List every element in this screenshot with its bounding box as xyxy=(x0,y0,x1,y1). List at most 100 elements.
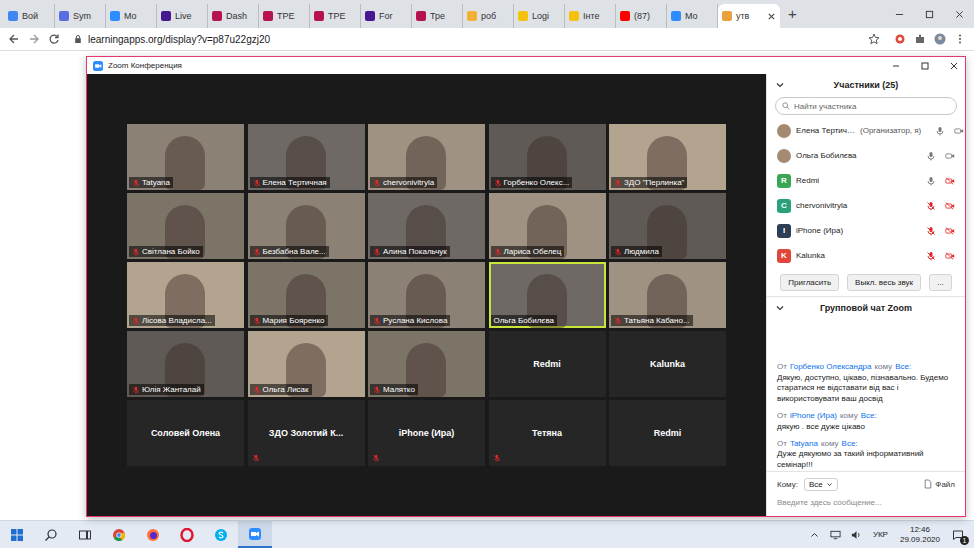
browser-tab[interactable]: Logi xyxy=(514,4,565,28)
muted-mic-icon[interactable] xyxy=(926,226,936,236)
participant-tile[interactable]: Redmi xyxy=(609,400,726,466)
chat-input[interactable]: Введите здесь сообщение... xyxy=(777,498,955,510)
participant-tile[interactable]: Юлія Жанталай xyxy=(127,331,244,397)
participant-tile[interactable]: Руслана Кислова xyxy=(368,262,485,328)
video-off-icon[interactable] xyxy=(945,176,955,186)
reload-icon[interactable] xyxy=(48,33,60,45)
participant-tile[interactable]: Світлана Бойко xyxy=(127,193,244,259)
search-button[interactable] xyxy=(34,521,68,548)
menu-dots-icon[interactable] xyxy=(954,33,966,45)
muted-mic-icon[interactable] xyxy=(926,251,936,261)
action-button[interactable]: Пригласить xyxy=(780,274,839,291)
browser-tab[interactable]: Тре xyxy=(412,4,463,28)
tile-name-label: Лісова Владисла... xyxy=(129,315,215,326)
browser-tab[interactable]: Dash xyxy=(208,4,259,28)
video-icon[interactable] xyxy=(945,151,955,161)
participant-row[interactable]: KKalunka xyxy=(767,243,965,268)
taskbar-app[interactable] xyxy=(68,521,102,548)
browser-tab[interactable]: утв xyxy=(718,4,780,28)
new-tab-button[interactable]: + xyxy=(780,4,805,28)
muted-mic-icon[interactable] xyxy=(926,201,936,211)
participant-tile[interactable]: Алина Покальчук xyxy=(368,193,485,259)
participant-search[interactable]: Найти участника xyxy=(775,97,957,115)
participant-tile[interactable]: Мария Бояренко xyxy=(248,262,365,328)
mic-icon[interactable] xyxy=(926,151,936,161)
taskbar-app[interactable] xyxy=(204,521,238,548)
participant-tile[interactable]: Соловей Олена xyxy=(127,400,244,466)
browser-tab[interactable]: Інте xyxy=(565,4,616,28)
forward-arrow-icon[interactable] xyxy=(28,33,40,45)
clock[interactable]: 12:4629.09.2020 xyxy=(900,525,940,544)
volume-icon[interactable] xyxy=(851,530,862,540)
close-button[interactable] xyxy=(944,0,974,28)
participant-tile[interactable]: ЗДО "Перлинка" xyxy=(609,124,726,190)
participant-tile[interactable]: Лариса Обелец xyxy=(489,193,606,259)
participant-tile[interactable]: Лісова Владисла... xyxy=(127,262,244,328)
participant-tile[interactable]: Ольга Лисак xyxy=(248,331,365,397)
mic-icon[interactable] xyxy=(926,176,936,186)
video-icon[interactable] xyxy=(954,126,964,136)
participant-tile[interactable]: Татьяна Кабано... xyxy=(609,262,726,328)
participant-row[interactable]: Елена Тертич…(Организатор, я) xyxy=(767,118,965,143)
extension-icon[interactable] xyxy=(894,33,906,45)
puzzle-icon[interactable] xyxy=(914,33,926,45)
file-button[interactable]: Файл xyxy=(924,479,955,489)
taskbar-app[interactable] xyxy=(136,521,170,548)
maximize-button[interactable] xyxy=(914,0,944,28)
browser-tab[interactable]: роб xyxy=(463,4,514,28)
favicon-icon xyxy=(671,11,681,21)
participant-tile[interactable]: Людмила xyxy=(609,193,726,259)
browser-tab[interactable]: Мо xyxy=(667,4,718,28)
browser-tab[interactable]: Мо xyxy=(106,4,157,28)
maximize-icon[interactable] xyxy=(920,61,930,71)
participant-tile[interactable]: iPhone (Ира) xyxy=(368,400,485,466)
participant-row[interactable]: RRedmi xyxy=(767,168,965,193)
address-bar[interactable]: learningapps.org/display?v=p87u22gzj20 xyxy=(68,30,886,48)
start-button[interactable] xyxy=(0,521,34,548)
show-hidden-icons-icon[interactable] xyxy=(809,530,820,540)
participant-tile[interactable]: ЗДО Золотий К... xyxy=(248,400,365,466)
browser-tab[interactable]: Вой xyxy=(4,4,55,28)
video-off-icon[interactable] xyxy=(945,226,955,236)
participant-tile[interactable]: Redmi xyxy=(489,331,606,397)
network-icon[interactable] xyxy=(830,530,841,540)
browser-tab[interactable]: Live xyxy=(157,4,208,28)
chat-header[interactable]: Групповой чат Zoom xyxy=(767,297,965,319)
mic-icon[interactable] xyxy=(935,126,945,136)
participant-tile[interactable]: Ольга Бобилєва xyxy=(489,262,606,328)
language-indicator[interactable]: УКР xyxy=(873,530,888,539)
action-button[interactable]: Выкл. весь звук xyxy=(847,274,921,291)
browser-tab[interactable]: For xyxy=(361,4,412,28)
participant-tile[interactable]: Тетяна xyxy=(489,400,606,466)
browser-tab[interactable]: ТРЕ xyxy=(259,4,310,28)
participant-tile[interactable]: Малятко xyxy=(368,331,485,397)
participant-tile[interactable]: Kalunka xyxy=(609,331,726,397)
video-off-icon[interactable] xyxy=(945,251,955,261)
browser-tab[interactable]: (87) xyxy=(616,4,667,28)
browser-tab[interactable]: Sym xyxy=(55,4,106,28)
back-arrow-icon[interactable] xyxy=(8,33,20,45)
participant-row[interactable]: Ольга Бобилєва xyxy=(767,143,965,168)
minimize-button[interactable] xyxy=(884,0,914,28)
recipient-dropdown[interactable]: Все xyxy=(804,478,838,491)
participant-tile[interactable]: Tatyana xyxy=(127,124,244,190)
browser-tab[interactable]: ТРЕ xyxy=(310,4,361,28)
participant-tile[interactable]: chervonivitryla xyxy=(368,124,485,190)
profile-avatar-icon[interactable] xyxy=(934,33,946,45)
minimize-icon[interactable] xyxy=(891,61,901,71)
participant-tile[interactable]: Горбенко Олекс... xyxy=(489,124,606,190)
taskbar-app[interactable] xyxy=(102,521,136,548)
participant-tile[interactable]: Безбабна Вале... xyxy=(248,193,365,259)
bookmark-star-icon[interactable] xyxy=(868,33,880,45)
close-icon[interactable] xyxy=(949,61,959,71)
video-off-icon[interactable] xyxy=(945,201,955,211)
taskbar-app[interactable] xyxy=(238,521,272,548)
participant-row[interactable]: Cchervonivitryla xyxy=(767,193,965,218)
participants-header[interactable]: Участники (25) xyxy=(767,74,965,96)
taskbar-app[interactable] xyxy=(170,521,204,548)
close-tab-icon[interactable] xyxy=(767,12,776,21)
action-button[interactable]: ... xyxy=(929,274,952,291)
participant-tile[interactable]: Елена Тертичная xyxy=(248,124,365,190)
notification-center[interactable]: 1 xyxy=(946,521,970,548)
participant-row[interactable]: IiPhone (Ира) xyxy=(767,218,965,243)
